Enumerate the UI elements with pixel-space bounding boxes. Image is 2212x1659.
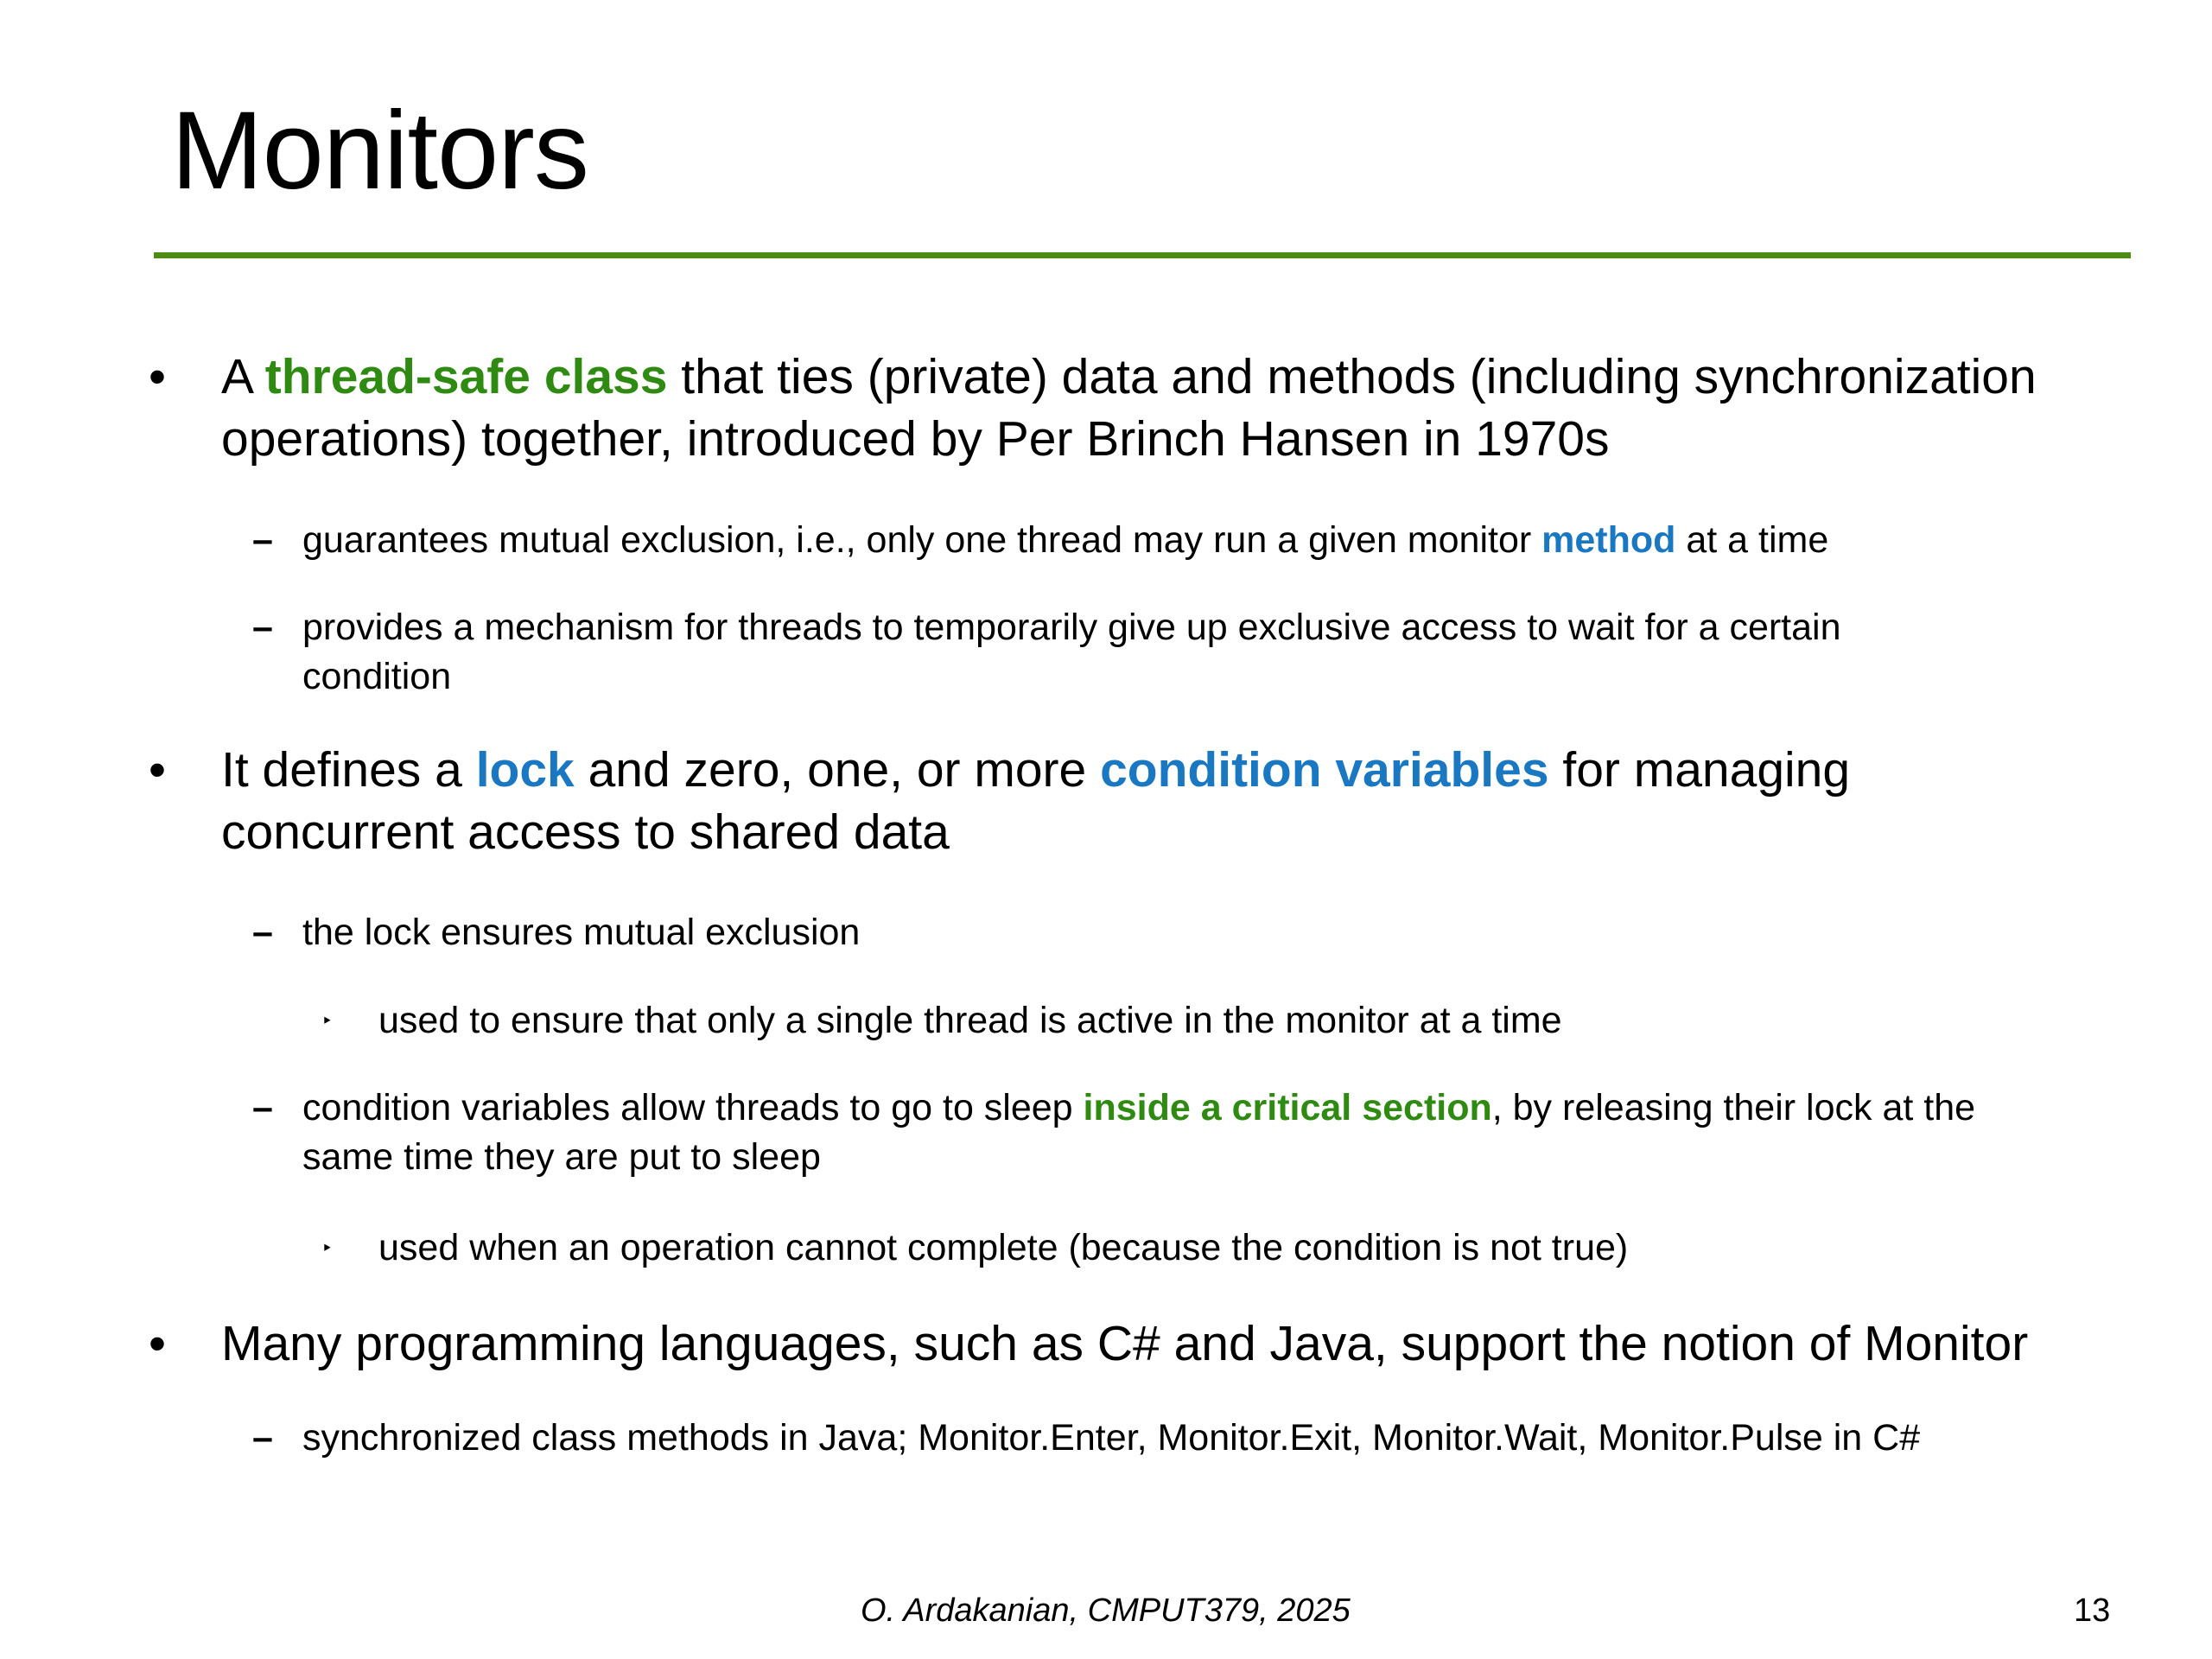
dash-marker: – bbox=[252, 607, 273, 648]
bullet-1-line-1: A thread-safe class that ties (private) … bbox=[221, 349, 2037, 404]
dash-marker: – bbox=[252, 1417, 273, 1459]
slide-footer: O. Ardakanian, CMPUT379, 2025 bbox=[861, 1592, 1351, 1629]
subitem-2-1-text: the lock ensures mutual exclusion bbox=[302, 912, 861, 953]
subsubitem-2-1-1: ‣ used to ensure that only a single thre… bbox=[321, 996, 2158, 1046]
subitem-2-2-line-2: same time they are put to sleep bbox=[302, 1136, 821, 1178]
bullet-2-line-1: It defines a lock and zero, one, or more… bbox=[221, 742, 1851, 798]
subsubitem-2-2-1: ‣ used when an operation cannot complete… bbox=[321, 1224, 2158, 1273]
dash-marker: – bbox=[252, 519, 273, 561]
dash-marker: – bbox=[252, 1087, 273, 1128]
triangle-marker: ‣ bbox=[321, 1237, 333, 1259]
subitem-2-2: – condition variables allow threads to g… bbox=[252, 1084, 2160, 1182]
dash-marker: – bbox=[252, 912, 273, 953]
bullet-2: • It defines a lock and zero, one, or mo… bbox=[149, 739, 2157, 863]
bullet-1-line-2: operations) together, introduced by Per … bbox=[221, 411, 1610, 467]
subitem-1-2: – provides a mechanism for threads to te… bbox=[252, 603, 2160, 702]
bullet-marker: • bbox=[149, 349, 166, 404]
bullet-3: • Many programming languages, such as C#… bbox=[149, 1313, 2157, 1375]
subitem-2-2-line-1: condition variables allow threads to go … bbox=[302, 1087, 1976, 1128]
highlight-thread-safe-class: thread-safe class bbox=[264, 349, 668, 404]
title-divider bbox=[154, 252, 2131, 258]
bullet-marker: • bbox=[149, 742, 166, 798]
bullet-3-text: Many programming languages, such as C# a… bbox=[221, 1316, 2029, 1371]
slide: Monitors • A thread-safe class that ties… bbox=[0, 0, 2212, 1659]
highlight-lock: lock bbox=[475, 742, 575, 798]
bullet-marker: • bbox=[149, 1316, 166, 1371]
bullet-1: • A thread-safe class that ties (private… bbox=[149, 346, 2157, 470]
subitem-3-1-text: synchronized class methods in Java; Moni… bbox=[302, 1417, 1921, 1459]
subitem-1-2-line-1: provides a mechanism for threads to temp… bbox=[302, 607, 1841, 648]
highlight-method: method bbox=[1541, 519, 1676, 561]
highlight-inside-critical-section: inside a critical section bbox=[1083, 1087, 1492, 1128]
bullet-2-line-2: concurrent access to shared data bbox=[221, 804, 950, 860]
page-number: 13 bbox=[2074, 1592, 2111, 1629]
triangle-marker: ‣ bbox=[321, 1010, 333, 1032]
subitem-2-1: – the lock ensures mutual exclusion bbox=[252, 908, 2160, 957]
subsubitem-2-1-1-text: used to ensure that only a single thread… bbox=[378, 1000, 1562, 1041]
subsubitem-2-2-1-text: used when an operation cannot complete (… bbox=[378, 1227, 1629, 1268]
subitem-3-1: – synchronized class methods in Java; Mo… bbox=[252, 1414, 2160, 1463]
subitem-1-1-text: guarantees mutual exclusion, i.e., only … bbox=[302, 519, 1829, 561]
highlight-condition-variables: condition variables bbox=[1100, 742, 1549, 798]
subitem-1-2-line-2: condition bbox=[302, 656, 452, 697]
slide-title: Monitors bbox=[171, 89, 589, 213]
subitem-1-1: – guarantees mutual exclusion, i.e., onl… bbox=[252, 516, 2160, 565]
